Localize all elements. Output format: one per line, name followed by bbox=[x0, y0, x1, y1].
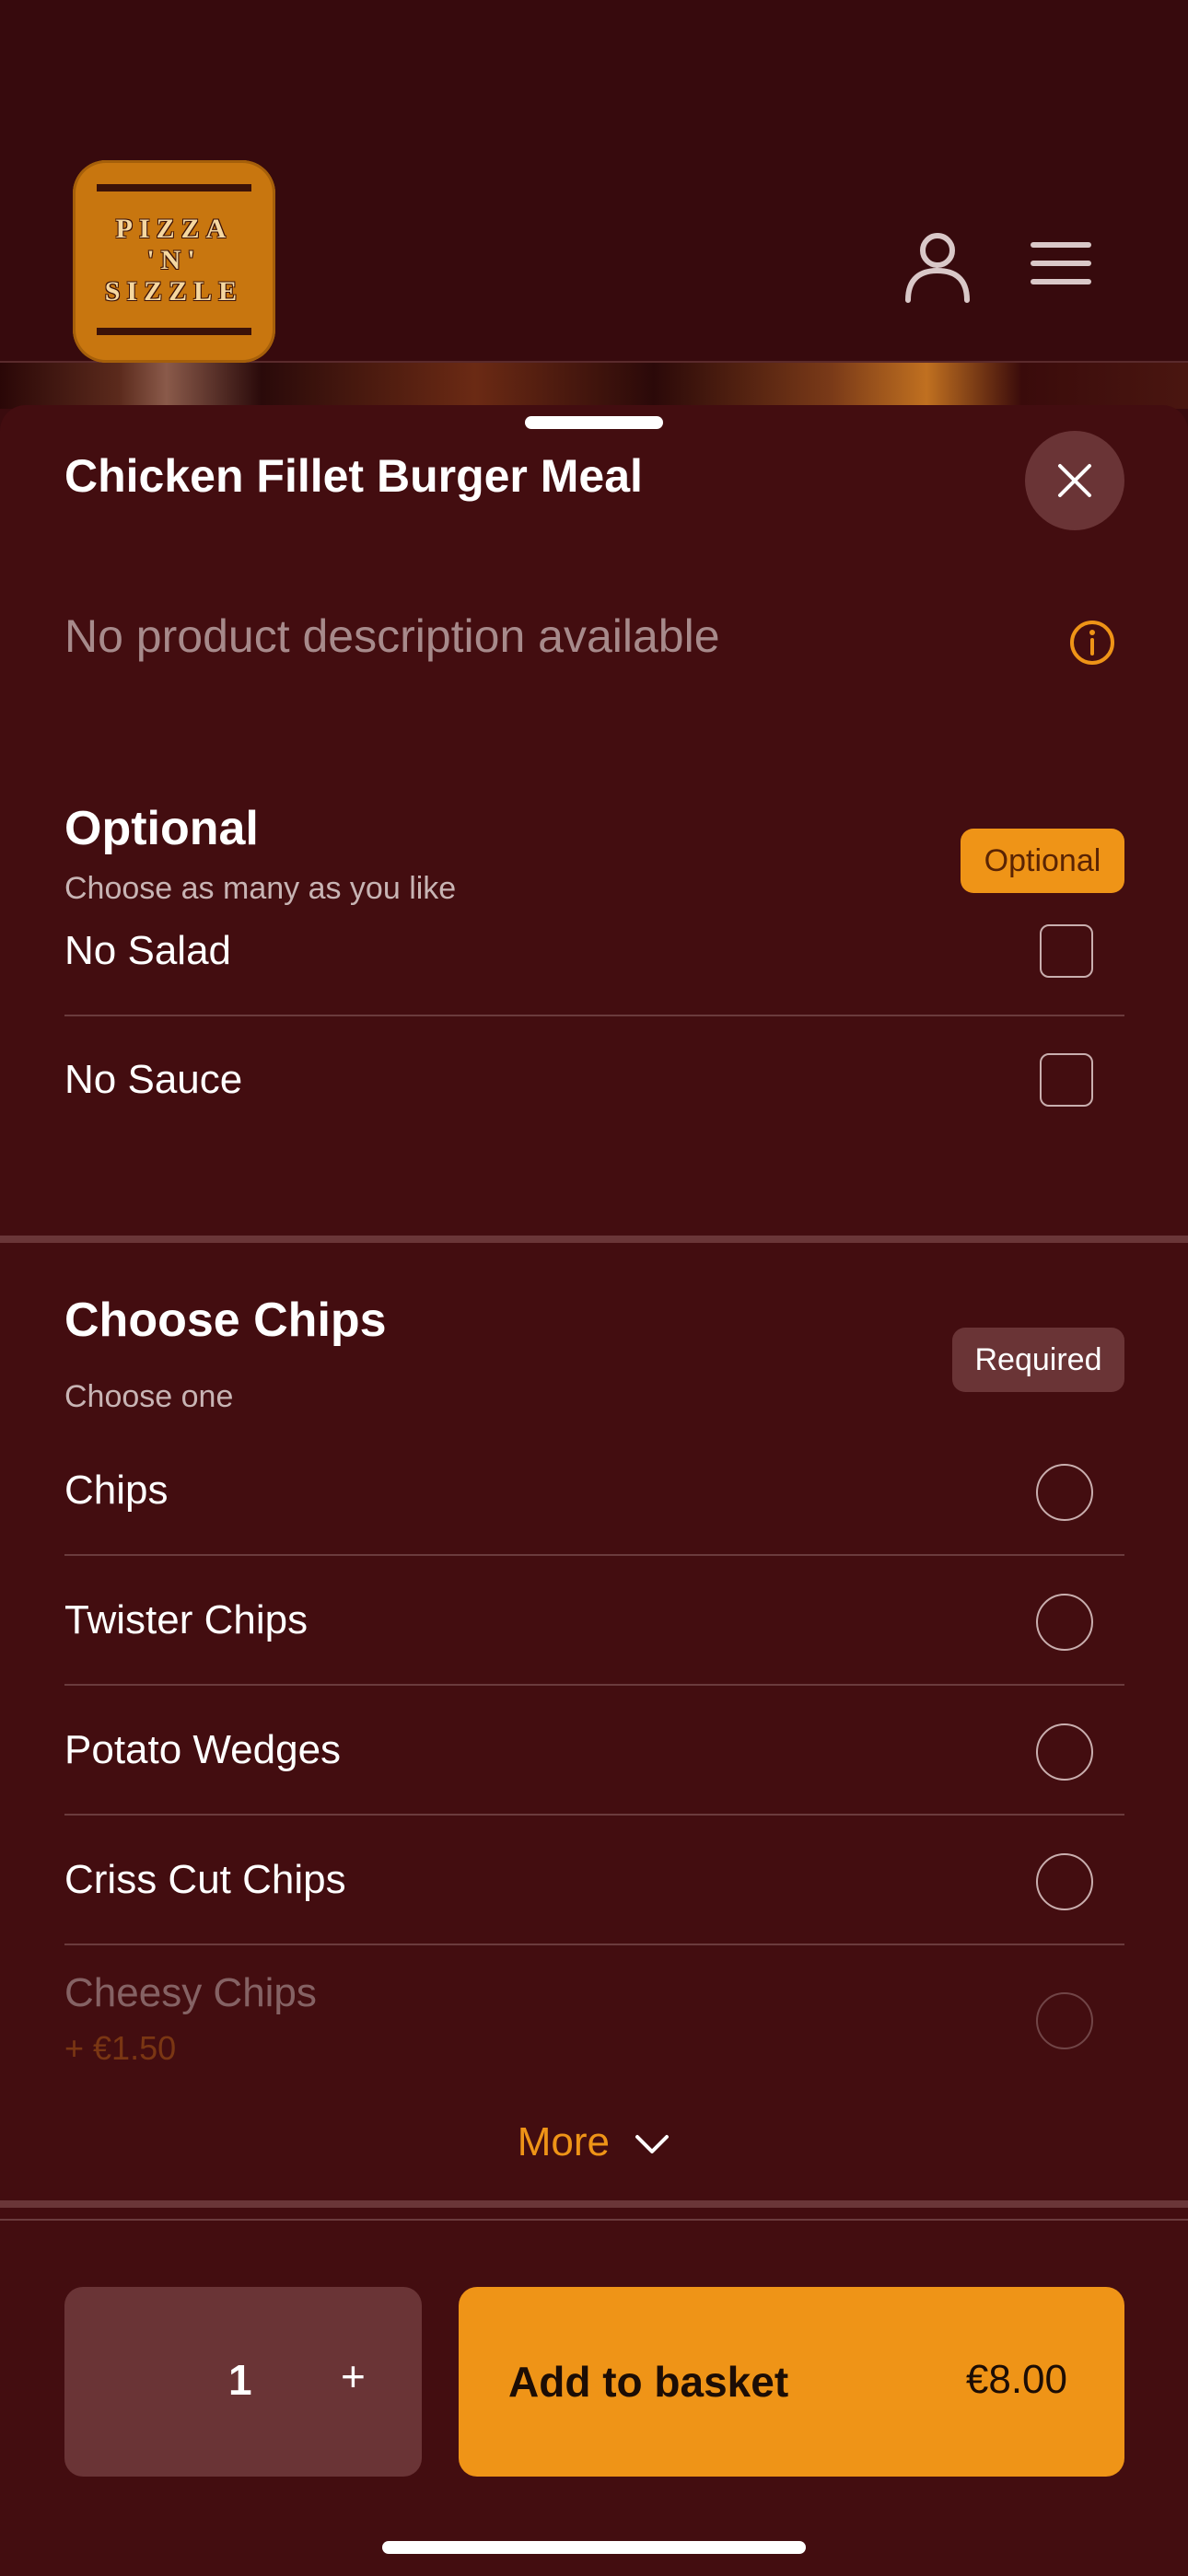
add-to-basket-label: Add to basket bbox=[508, 2358, 789, 2406]
user-icon[interactable] bbox=[899, 226, 976, 304]
row-divider bbox=[64, 1814, 1124, 1816]
chips-option-potato-wedges[interactable]: Potato Wedges bbox=[64, 1687, 1124, 1816]
radio-button[interactable] bbox=[1036, 1594, 1093, 1651]
section-divider bbox=[0, 1236, 1188, 1243]
product-title: Chicken Fillet Burger Meal bbox=[64, 450, 643, 502]
chips-option-twister-chips[interactable]: Twister Chips bbox=[64, 1557, 1124, 1686]
row-divider bbox=[64, 1684, 1124, 1686]
option-label: Twister Chips bbox=[64, 1597, 309, 1642]
chips-option-criss-cut-chips[interactable]: Criss Cut Chips bbox=[64, 1816, 1124, 1945]
product-description: No product description available bbox=[64, 610, 720, 662]
brand-logo[interactable]: PIZZA 'N' SIZZLE bbox=[73, 160, 275, 363]
chips-option-chips[interactable]: Chips bbox=[64, 1427, 1124, 1556]
chips-section-subtitle: Choose one bbox=[64, 1379, 234, 1414]
checkbox[interactable] bbox=[1040, 1053, 1093, 1107]
optional-badge: Optional bbox=[961, 829, 1124, 893]
more-label: More bbox=[517, 2119, 610, 2164]
chevron-down-icon bbox=[635, 2135, 670, 2154]
option-label: Chips bbox=[64, 1468, 169, 1513]
sheet-grabber[interactable] bbox=[525, 416, 663, 429]
option-label: Cheesy Chips bbox=[64, 1970, 317, 2015]
optional-section-title: Optional bbox=[64, 802, 259, 855]
radio-button[interactable] bbox=[1036, 1992, 1093, 2049]
add-to-basket-button[interactable]: Add to basket €8.00 bbox=[459, 2287, 1124, 2477]
more-button[interactable]: More bbox=[0, 2119, 1188, 2165]
option-label: No Salad bbox=[64, 928, 232, 973]
info-icon[interactable] bbox=[1068, 619, 1116, 667]
option-label: Criss Cut Chips bbox=[64, 1857, 346, 1902]
hamburger-menu-icon[interactable] bbox=[1028, 239, 1094, 287]
background-food-image bbox=[0, 363, 1188, 409]
close-button[interactable] bbox=[1025, 431, 1124, 530]
checkbox[interactable] bbox=[1040, 924, 1093, 978]
basket-price: €8.00 bbox=[965, 2357, 1067, 2402]
section-divider bbox=[0, 2200, 1188, 2208]
option-price: + €1.50 bbox=[64, 2029, 177, 2067]
logo-text: PIZZA 'N' SIZZLE bbox=[104, 214, 244, 307]
option-label: Potato Wedges bbox=[64, 1727, 342, 1772]
logo-top-bar bbox=[97, 184, 251, 191]
option-label: No Sauce bbox=[64, 1057, 243, 1102]
chips-section-title: Choose Chips bbox=[64, 1294, 387, 1347]
increment-button[interactable]: + bbox=[341, 2351, 366, 2401]
close-icon bbox=[1058, 464, 1091, 497]
top-navigation-bar: PIZZA 'N' SIZZLE bbox=[0, 0, 1188, 363]
row-divider bbox=[64, 1554, 1124, 1556]
chips-option-cheesy-chips[interactable]: Cheesy Chips + €1.50 bbox=[64, 1944, 1124, 2073]
option-row-no-sauce[interactable]: No Sauce bbox=[64, 1016, 1124, 1145]
radio-button[interactable] bbox=[1036, 1723, 1093, 1781]
add-to-basket-bar: 1 + Add to basket €8.00 bbox=[0, 2219, 1188, 2576]
home-indicator[interactable] bbox=[382, 2541, 806, 2554]
product-sheet: Chicken Fillet Burger Meal No product de… bbox=[0, 405, 1188, 2576]
quantity-stepper[interactable]: 1 + bbox=[64, 2287, 422, 2477]
option-row-no-salad[interactable]: No Salad bbox=[64, 888, 1124, 1016]
radio-button[interactable] bbox=[1036, 1464, 1093, 1521]
required-badge: Required bbox=[952, 1328, 1124, 1392]
quantity-value: 1 bbox=[228, 2356, 252, 2404]
radio-button[interactable] bbox=[1036, 1853, 1093, 1910]
logo-bottom-bar bbox=[97, 328, 251, 335]
